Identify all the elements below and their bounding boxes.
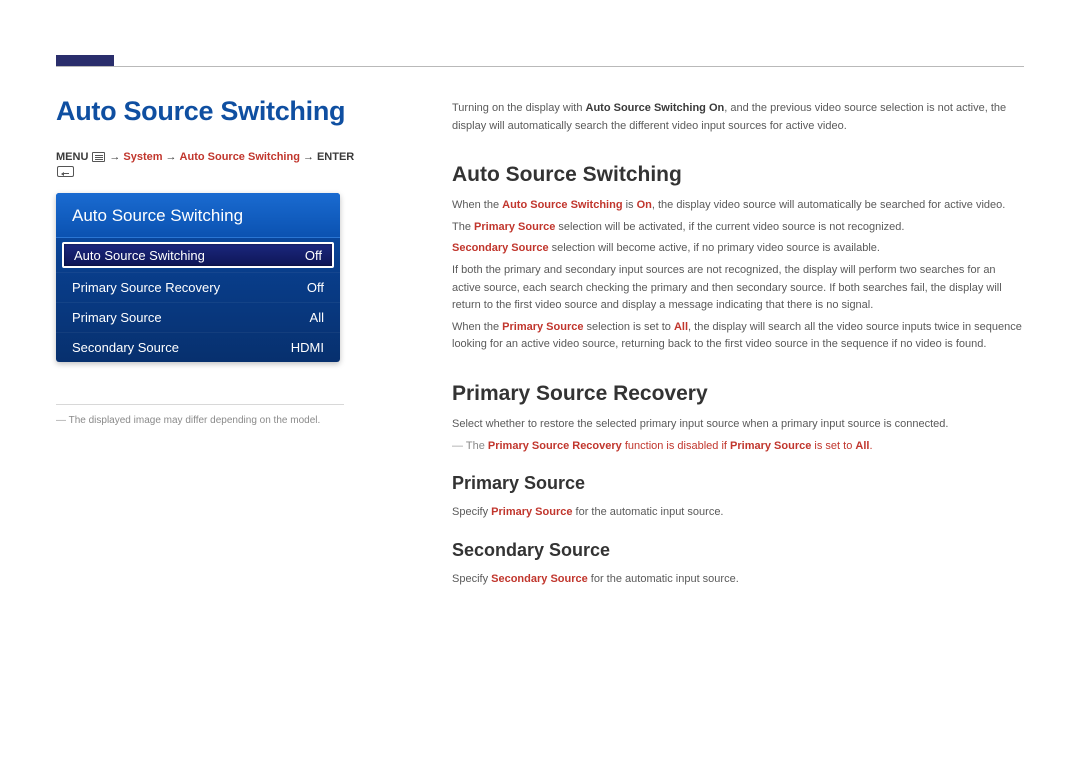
osd-row-primary-source[interactable]: Primary Source All xyxy=(56,302,340,332)
left-column: Auto Source Switching MENU → System → Au… xyxy=(56,96,376,426)
text-fragment: is set to xyxy=(811,440,855,452)
s1-p3: Secondary Source selection will become a… xyxy=(452,240,1027,258)
s1-p4: If both the primary and secondary input … xyxy=(452,262,1027,315)
s2-p1: Select whether to restore the selected p… xyxy=(452,416,1027,434)
text-emphasis: Secondary Source xyxy=(452,242,549,254)
s1-p5: When the Primary Source selection is set… xyxy=(452,319,1027,354)
osd-row-primary-source-recovery[interactable]: Primary Source Recovery Off xyxy=(56,272,340,302)
text-emphasis: Primary Source xyxy=(491,506,572,518)
text-fragment: Specify xyxy=(452,506,491,518)
osd-row-value: All xyxy=(310,310,324,325)
osd-row-value: Off xyxy=(307,280,324,295)
crumb-enter: ENTER xyxy=(317,151,354,163)
text-emphasis: Primary Source Recovery xyxy=(488,440,622,452)
crumb-arrow: → xyxy=(109,151,120,163)
text-emphasis: Auto Source Switching xyxy=(502,199,622,211)
page-title: Auto Source Switching xyxy=(56,96,376,127)
text-fragment: Specify xyxy=(452,573,491,585)
osd-row-label: Primary Source Recovery xyxy=(72,280,220,295)
text-emphasis: Secondary Source xyxy=(491,573,588,585)
right-column: Turning on the display with Auto Source … xyxy=(452,100,1027,588)
osd-menu-panel: Auto Source Switching Auto Source Switch… xyxy=(56,193,340,362)
section-heading-auto-source-switching: Auto Source Switching xyxy=(452,163,1027,187)
s1-p1: When the Auto Source Switching is On, th… xyxy=(452,197,1027,215)
section-heading-primary-source: Primary Source xyxy=(452,473,1027,494)
text-emphasis: All xyxy=(674,321,688,333)
crumb-arrow: → xyxy=(303,151,314,163)
text-fragment: When the xyxy=(452,321,502,333)
s2-note: The Primary Source Recovery function is … xyxy=(452,438,1027,456)
intro-paragraph: Turning on the display with Auto Source … xyxy=(452,100,1027,135)
text-emphasis: Primary Source xyxy=(730,440,811,452)
model-footnote: The displayed image may differ depending… xyxy=(56,415,356,426)
crumb-auto-source: Auto Source Switching xyxy=(180,151,300,163)
s1-p2: The Primary Source selection will be act… xyxy=(452,219,1027,237)
breadcrumb: MENU → System → Auto Source Switching → … xyxy=(56,151,376,177)
text-emphasis: Primary Source xyxy=(474,221,555,233)
text-emphasis: Auto Source Switching On xyxy=(586,102,725,114)
text-emphasis: All xyxy=(855,440,869,452)
text-fragment: selection will become active, if no prim… xyxy=(549,242,880,254)
osd-menu-title: Auto Source Switching xyxy=(56,193,340,238)
left-divider xyxy=(56,404,344,405)
top-tab-marker xyxy=(56,55,114,66)
osd-row-secondary-source[interactable]: Secondary Source HDMI xyxy=(56,332,340,362)
text-fragment: function is disabled if xyxy=(622,440,730,452)
crumb-menu: MENU xyxy=(56,151,88,163)
text-fragment: selection will be activated, if the curr… xyxy=(555,221,904,233)
osd-row-label: Primary Source xyxy=(72,310,162,325)
osd-row-label: Auto Source Switching xyxy=(74,248,205,263)
top-horizontal-rule xyxy=(56,66,1024,67)
text-emphasis: Primary Source xyxy=(502,321,583,333)
enter-icon xyxy=(57,166,74,177)
text-fragment: for the automatic input source. xyxy=(572,506,723,518)
section-heading-secondary-source: Secondary Source xyxy=(452,540,1027,561)
osd-row-label: Secondary Source xyxy=(72,340,179,355)
text-fragment: is xyxy=(623,199,637,211)
s3-p1: Specify Primary Source for the automatic… xyxy=(452,504,1027,522)
s4-p1: Specify Secondary Source for the automat… xyxy=(452,571,1027,589)
text-emphasis: On xyxy=(637,199,652,211)
crumb-arrow: → xyxy=(166,151,177,163)
osd-row-auto-source-switching[interactable]: Auto Source Switching Off xyxy=(62,242,334,268)
text-fragment: The xyxy=(452,221,474,233)
section-heading-primary-source-recovery: Primary Source Recovery xyxy=(452,382,1027,406)
osd-row-value: Off xyxy=(305,248,322,263)
text-fragment: selection is set to xyxy=(583,321,674,333)
text-fragment: When the xyxy=(452,199,502,211)
text-fragment: for the automatic input source. xyxy=(588,573,739,585)
osd-row-value: HDMI xyxy=(291,340,324,355)
text-fragment: The xyxy=(466,440,488,452)
text-fragment: Turning on the display with xyxy=(452,102,586,114)
text-fragment: , the display video source will automati… xyxy=(652,199,1005,211)
crumb-system: System xyxy=(123,151,162,163)
text-fragment: . xyxy=(869,440,872,452)
menu-icon xyxy=(92,152,105,162)
